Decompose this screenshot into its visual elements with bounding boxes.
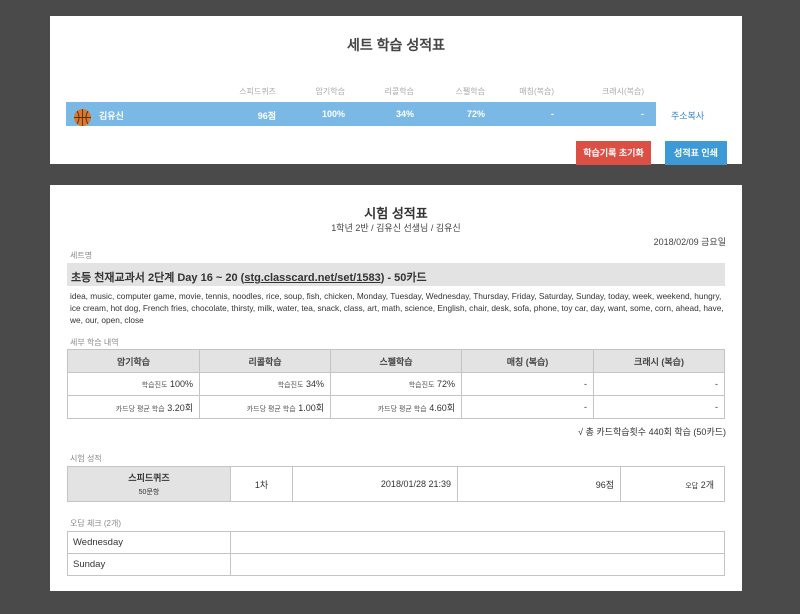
class-teacher-student: 1학년 2반 / 김유신 선생님 / 김유신 [331,223,461,233]
wrong-answer-row: Sunday [67,553,725,576]
average-cell: - [461,395,594,419]
exam-wrong-count: 오답 2개 [620,466,725,502]
wrong-check-label: 오답 체크 (2개) [70,519,122,528]
set-name-prefix: 초등 천재교과서 2단계 Day 16 ~ 20 ( [71,272,245,284]
detail-header-matching: 매칭 (복습) [461,349,594,373]
header-speed-quiz: 스피드퀴즈 [239,87,276,96]
wrong-word: Sunday [67,553,231,576]
detail-header-spell: 스펠학습 [330,349,462,373]
average-cell: 카드당 평균 학습 1.00회 [199,395,331,419]
wrong-answer-table: Wednesday Sunday [67,531,725,576]
student-summary-row: 김유신 96점 100% 34% 72% - - [66,102,656,126]
detail-header-crash: 크래시 (복습) [593,349,725,373]
basketball-avatar-icon [74,109,91,126]
student-name: 김유신 [99,111,124,121]
set-summary-title: 세트 학습 성적표 [347,37,445,53]
wrong-word: Wednesday [67,531,231,554]
exam-report-title: 시험 성적표 [364,206,428,221]
report-date: 2018/02/09 금요일 [653,237,726,247]
word-list: idea, music, computer game, movie, tenni… [70,291,724,325]
copy-address-link[interactable]: 주소복사 [671,109,704,122]
detail-table: 암기학습 리콜학습 스펠학습 매칭 (복습) 크래시 (복습) 학습진도 100… [67,349,725,419]
progress-cell: 학습진도 100% [67,372,200,396]
progress-cell: - [593,372,725,396]
wrong-word-detail [230,531,725,554]
progress-row: 학습진도 100% 학습진도 34% 학습진도 72% - - [67,372,725,396]
exam-table: 스피드퀴즈 50문항 1차 2018/01/28 21:39 96점 오답 2개 [67,466,725,502]
header-matching: 매칭(복습) [519,87,554,96]
exam-question-count: 50문항 [138,489,160,496]
exam-report-card: 시험 성적표 1학년 2반 / 김유신 선생님 / 김유신 2018/02/09… [50,185,742,591]
set-name-bar: 초등 천재교과서 2단계 Day 16 ~ 20 (stg.classcard.… [67,263,725,286]
detail-header-row: 암기학습 리콜학습 스펠학습 매칭 (복습) 크래시 (복습) [67,349,725,373]
detail-section-label: 세부 학습 내역 [70,338,119,347]
summary-header-row: 스피드퀴즈 암기학습 리콜학습 스펠학습 매칭(복습) 크래시(복습) [66,86,656,96]
exam-section-label: 시험 성적 [70,454,102,463]
header-spell: 스펠학습 [455,87,485,96]
exam-order: 1차 [230,466,293,502]
detail-header-memorize: 암기학습 [67,349,200,373]
set-name-suffix: ) - 50카드 [380,272,427,284]
wrong-answer-row: Wednesday [67,531,725,554]
average-cell: 카드당 평균 학습 3.20회 [67,395,200,419]
average-cell: - [593,395,725,419]
value-crash: - [641,109,644,119]
wrong-word-detail [230,553,725,576]
set-url-link[interactable]: stg.classcard.net/set/1583 [244,272,380,284]
value-speed-quiz: 96점 [257,111,276,121]
exam-score: 96점 [457,466,621,502]
reset-records-button[interactable]: 학습기록 초기화 [576,141,651,165]
set-summary-card: 세트 학습 성적표 스피드퀴즈 암기학습 리콜학습 스펠학습 매칭(복습) 크래… [50,16,742,165]
progress-cell: 학습진도 34% [199,372,331,396]
header-crash: 크래시(복습) [601,87,644,96]
print-report-button[interactable]: 성적표 인쇄 [665,141,727,165]
value-recall: 34% [395,109,414,119]
set-name-label: 세트명 [70,251,93,260]
value-matching: - [551,109,554,119]
exam-datetime: 2018/01/28 21:39 [292,466,458,502]
progress-cell: - [461,372,594,396]
exam-name-cell: 스피드퀴즈 50문항 [67,466,231,502]
value-spell: 72% [466,109,485,119]
header-memorize: 암기학습 [315,87,345,96]
total-card-count: √ 총 카드학습횟수 440회 학습 (50카드) [578,427,726,437]
header-recall: 리콜학습 [384,87,414,96]
progress-cell: 학습진도 72% [330,372,462,396]
detail-header-recall: 리콜학습 [199,349,331,373]
average-row: 카드당 평균 학습 3.20회 카드당 평균 학습 1.00회 카드당 평균 학… [67,395,725,419]
value-memorize: 100% [321,109,345,119]
average-cell: 카드당 평균 학습 4.60회 [330,395,462,419]
exam-name: 스피드퀴즈 [128,473,170,483]
exam-row: 스피드퀴즈 50문항 1차 2018/01/28 21:39 96점 오답 2개 [67,466,725,502]
